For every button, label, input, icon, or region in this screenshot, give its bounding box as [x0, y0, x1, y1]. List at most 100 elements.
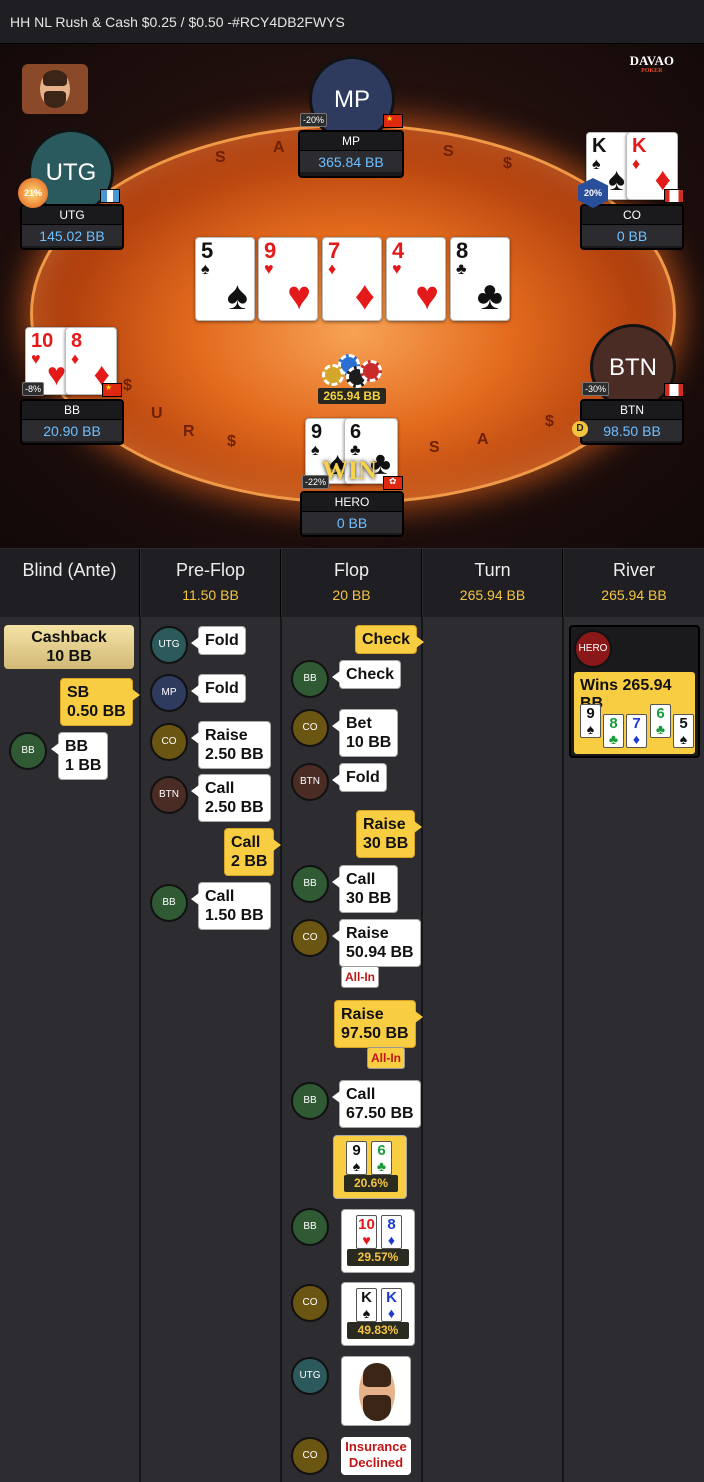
- flag-hong-kong-icon: [383, 476, 403, 490]
- mini-card: K ♠: [356, 1288, 377, 1322]
- nameplate-co: CO 0 BB: [580, 204, 684, 250]
- action-bubble: Fold: [191, 674, 246, 703]
- felt-glyph: $: [123, 377, 132, 394]
- position-pill-mp: MP: [150, 674, 188, 712]
- position-pill-bb: BB: [9, 732, 47, 770]
- action-bubble-hero: Raise 97.50 BB: [334, 1000, 423, 1048]
- hand-history-panel: Blind (Ante) Pre-Flop 11.50 BB Flop 20 BB …: [0, 549, 704, 1482]
- dealer-button-icon: D: [572, 421, 588, 437]
- fire-badge-icon: 21%: [18, 178, 48, 208]
- nameplate-utg: UTG 145.02 BB: [20, 204, 124, 250]
- action-bubble: Call 67.50 BB: [332, 1080, 421, 1128]
- nameplate-hero: HERO 0 BB: [300, 491, 404, 537]
- action-bubble: Bet 10 BB: [331, 709, 399, 757]
- flag-canada-icon: [664, 383, 684, 397]
- column-header-turn: Turn 265.94 BB: [423, 549, 563, 617]
- pot-amount: 265.94 BB: [318, 388, 386, 404]
- win-label: WIN: [322, 456, 377, 485]
- mini-card: K ♦: [381, 1288, 402, 1322]
- action-bubble: Fold: [332, 763, 387, 792]
- board-card-5: 8 ♣ ♣: [450, 237, 510, 321]
- board-card-4: 4 ♥ ♥: [386, 237, 446, 321]
- felt-glyph: R: [183, 423, 195, 440]
- mini-card: 6 ♣: [371, 1141, 392, 1175]
- poker-table: $ A S $ A S U R $ $ A S $ DAVAOPOKER MP …: [0, 44, 704, 548]
- column-header-preflop: Pre-Flop 11.50 BB: [141, 549, 281, 617]
- pot-chips-icon: [320, 354, 382, 392]
- action-bubble-hero: Raise 30 BB: [356, 810, 423, 858]
- action-bubble: Check: [331, 660, 402, 689]
- nameplate-bb: BB 20.90 BB: [20, 399, 124, 445]
- action-bubble: Call 1.50 BB: [191, 882, 271, 930]
- felt-glyph: U: [151, 405, 163, 422]
- mini-card: 8 ♦: [381, 1215, 402, 1249]
- position-pill-co: CO: [291, 919, 329, 957]
- action-bubble-hero: Check: [355, 625, 425, 654]
- action-bubble: Call 30 BB: [331, 865, 399, 913]
- mini-card: 6 ♣: [650, 704, 671, 738]
- position-pill-bb: BB: [150, 884, 188, 922]
- position-pill-bb: BB: [291, 865, 329, 903]
- insurance-declined-badge: Insurance Declined: [341, 1437, 411, 1475]
- felt-glyph: S: [215, 149, 226, 166]
- position-pill-co: CO: [291, 1437, 329, 1475]
- position-pill-bb: BB: [291, 1208, 329, 1246]
- nameplate-btn: BTN 98.50 BB: [580, 399, 684, 445]
- equity-box-hero: 9 ♠ 6 ♣ 20.6%: [333, 1135, 407, 1199]
- avatar-face-icon: [40, 70, 70, 108]
- position-pill-bb: BB: [291, 660, 329, 698]
- equity-box-bb: 10 ♥ 8 ♦ 29.57%: [341, 1209, 415, 1273]
- action-bubble-sb: SB 0.50 BB: [60, 678, 140, 726]
- position-pill-btn: BTN: [150, 776, 188, 814]
- action-bubble: Raise 50.94 BB: [332, 919, 421, 967]
- flag-china-icon: [383, 114, 403, 128]
- mini-card: 9 ♠: [346, 1141, 367, 1175]
- cashback-badge: Cashback 10 BB: [4, 625, 134, 669]
- avatar: BTN: [590, 324, 676, 410]
- column-header-river: River 265.94 BB: [564, 549, 704, 617]
- all-in-badge: All-In: [367, 1047, 405, 1069]
- board-card-1: 5 ♠ ♠: [195, 237, 255, 321]
- mini-card: 7 ♦: [626, 714, 647, 748]
- position-pill-co: CO: [150, 723, 188, 761]
- felt-glyph: $: [545, 413, 554, 430]
- stat-badge: -8%: [22, 382, 45, 396]
- felt-glyph: S: [443, 143, 454, 160]
- mini-card: 9 ♠: [580, 704, 601, 738]
- stat-badge: -20%: [300, 113, 328, 127]
- action-bubble-hero: Call 2 BB: [224, 828, 282, 876]
- mini-card: 8 ♣: [603, 714, 624, 748]
- window-title: HH NL Rush & Cash $0.25 / $0.50 -#RCY4DB…: [0, 0, 704, 44]
- column-header-flop: Flop 20 BB: [282, 549, 422, 617]
- position-pill-utg: UTG: [150, 626, 188, 664]
- position-pill-bb: BB: [291, 1082, 329, 1120]
- action-bubble: Fold: [191, 626, 246, 655]
- stat-badge: -30%: [582, 382, 610, 396]
- flag-china-icon: [102, 383, 122, 397]
- position-pill-co: CO: [291, 1284, 329, 1322]
- seat-btn[interactable]: BTN: [590, 324, 676, 410]
- mini-card: 5 ♠: [673, 714, 694, 748]
- board-card-3: 7 ♦ ♦: [322, 237, 382, 321]
- action-bubble: Call 2.50 BB: [191, 774, 271, 822]
- nameplate-mp: MP 365.84 BB: [298, 130, 404, 178]
- emoticon-face-icon: [341, 1356, 411, 1426]
- action-bubble-bb: BB 1 BB: [50, 732, 109, 780]
- action-bubble: Raise 2.50 BB: [191, 721, 271, 769]
- stat-badge: -22%: [302, 475, 330, 489]
- flag-canada-icon: [664, 189, 684, 203]
- mini-card: 10 ♥: [356, 1215, 377, 1249]
- position-pill-co: CO: [291, 709, 329, 747]
- position-pill-utg: UTG: [291, 1357, 329, 1395]
- position-pill-btn: BTN: [291, 763, 329, 801]
- felt-glyph: $: [503, 155, 512, 172]
- position-pill-hero: HERO: [574, 630, 612, 668]
- column-header-blind: Blind (Ante): [0, 549, 140, 617]
- equity-box-co: K ♠ K ♦ 49.83%: [341, 1282, 415, 1346]
- felt-glyph: $: [227, 433, 236, 450]
- flag-guatemala-icon: [100, 189, 120, 203]
- board-card-2: 9 ♥ ♥: [258, 237, 318, 321]
- felt-glyph: A: [477, 431, 489, 448]
- chat-avatar-button[interactable]: [22, 64, 88, 114]
- davao-logo: DAVAO POKER: [629, 53, 674, 74]
